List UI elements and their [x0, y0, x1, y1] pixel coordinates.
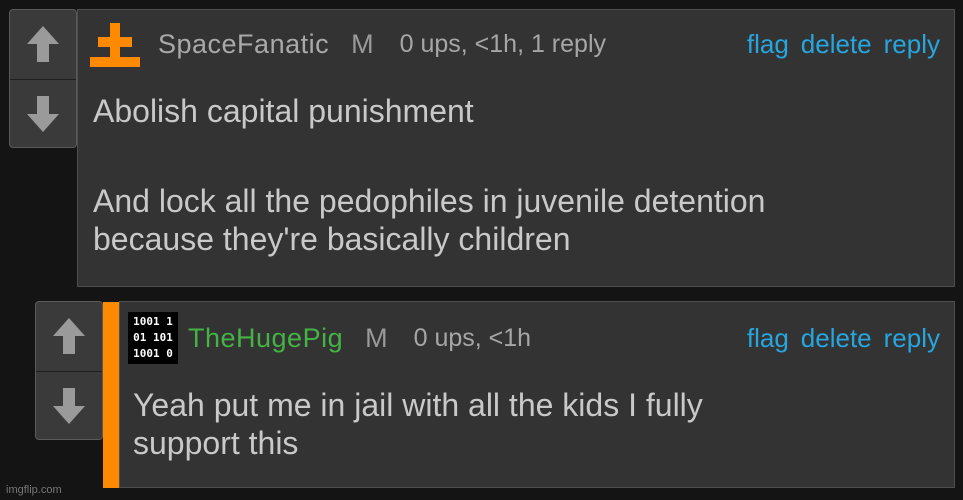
arrow-down-icon — [27, 95, 59, 132]
comment-card: SpaceFanatic M 0 ups, <1h, 1 reply flag … — [77, 9, 955, 287]
upvote-button[interactable] — [36, 302, 102, 371]
comment-body: Abolish capital punishment And lock all … — [93, 92, 765, 258]
comment-line: because they're basically children — [93, 221, 571, 257]
flag-link[interactable]: flag — [747, 29, 789, 60]
downvote-button[interactable] — [10, 78, 76, 149]
comment-meta: 0 ups, <1h — [413, 323, 532, 352]
arrow-up-icon — [53, 318, 85, 355]
arrow-up-icon — [27, 26, 59, 63]
comment-card: 1001 1 01 101 1001 0 TheHugePig M 0 ups,… — [119, 301, 955, 488]
reply-link[interactable]: reply — [884, 323, 940, 354]
comment-body: Yeah put me in jail with all the kids I … — [133, 386, 703, 462]
downvote-button[interactable] — [36, 370, 102, 441]
username[interactable]: SpaceFanatic — [158, 29, 329, 60]
comment-line: And lock all the pedophiles in juvenile … — [93, 183, 766, 219]
comment-line: Abolish capital punishment — [93, 93, 474, 129]
orange-cross-icon — [90, 23, 140, 67]
delete-link[interactable]: delete — [801, 323, 872, 354]
watermark: imgflip.com — [6, 484, 62, 496]
flag-link[interactable]: flag — [747, 323, 789, 354]
binary-code-icon: 1001 1 01 101 1001 0 — [128, 312, 178, 364]
arrow-down-icon — [53, 387, 85, 424]
vote-box — [35, 301, 103, 440]
mod-badge: M — [365, 322, 388, 353]
comment-line: support this — [133, 425, 299, 461]
vote-box — [9, 9, 77, 148]
upvote-button[interactable] — [10, 10, 76, 79]
username[interactable]: TheHugePig — [188, 323, 343, 354]
comment-meta: 0 ups, <1h, 1 reply — [399, 29, 606, 58]
delete-link[interactable]: delete — [801, 29, 872, 60]
comment-line: Yeah put me in jail with all the kids I … — [133, 387, 703, 423]
reply-link[interactable]: reply — [884, 29, 940, 60]
mod-badge: M — [351, 28, 374, 59]
reply-indicator-bar — [103, 302, 119, 488]
